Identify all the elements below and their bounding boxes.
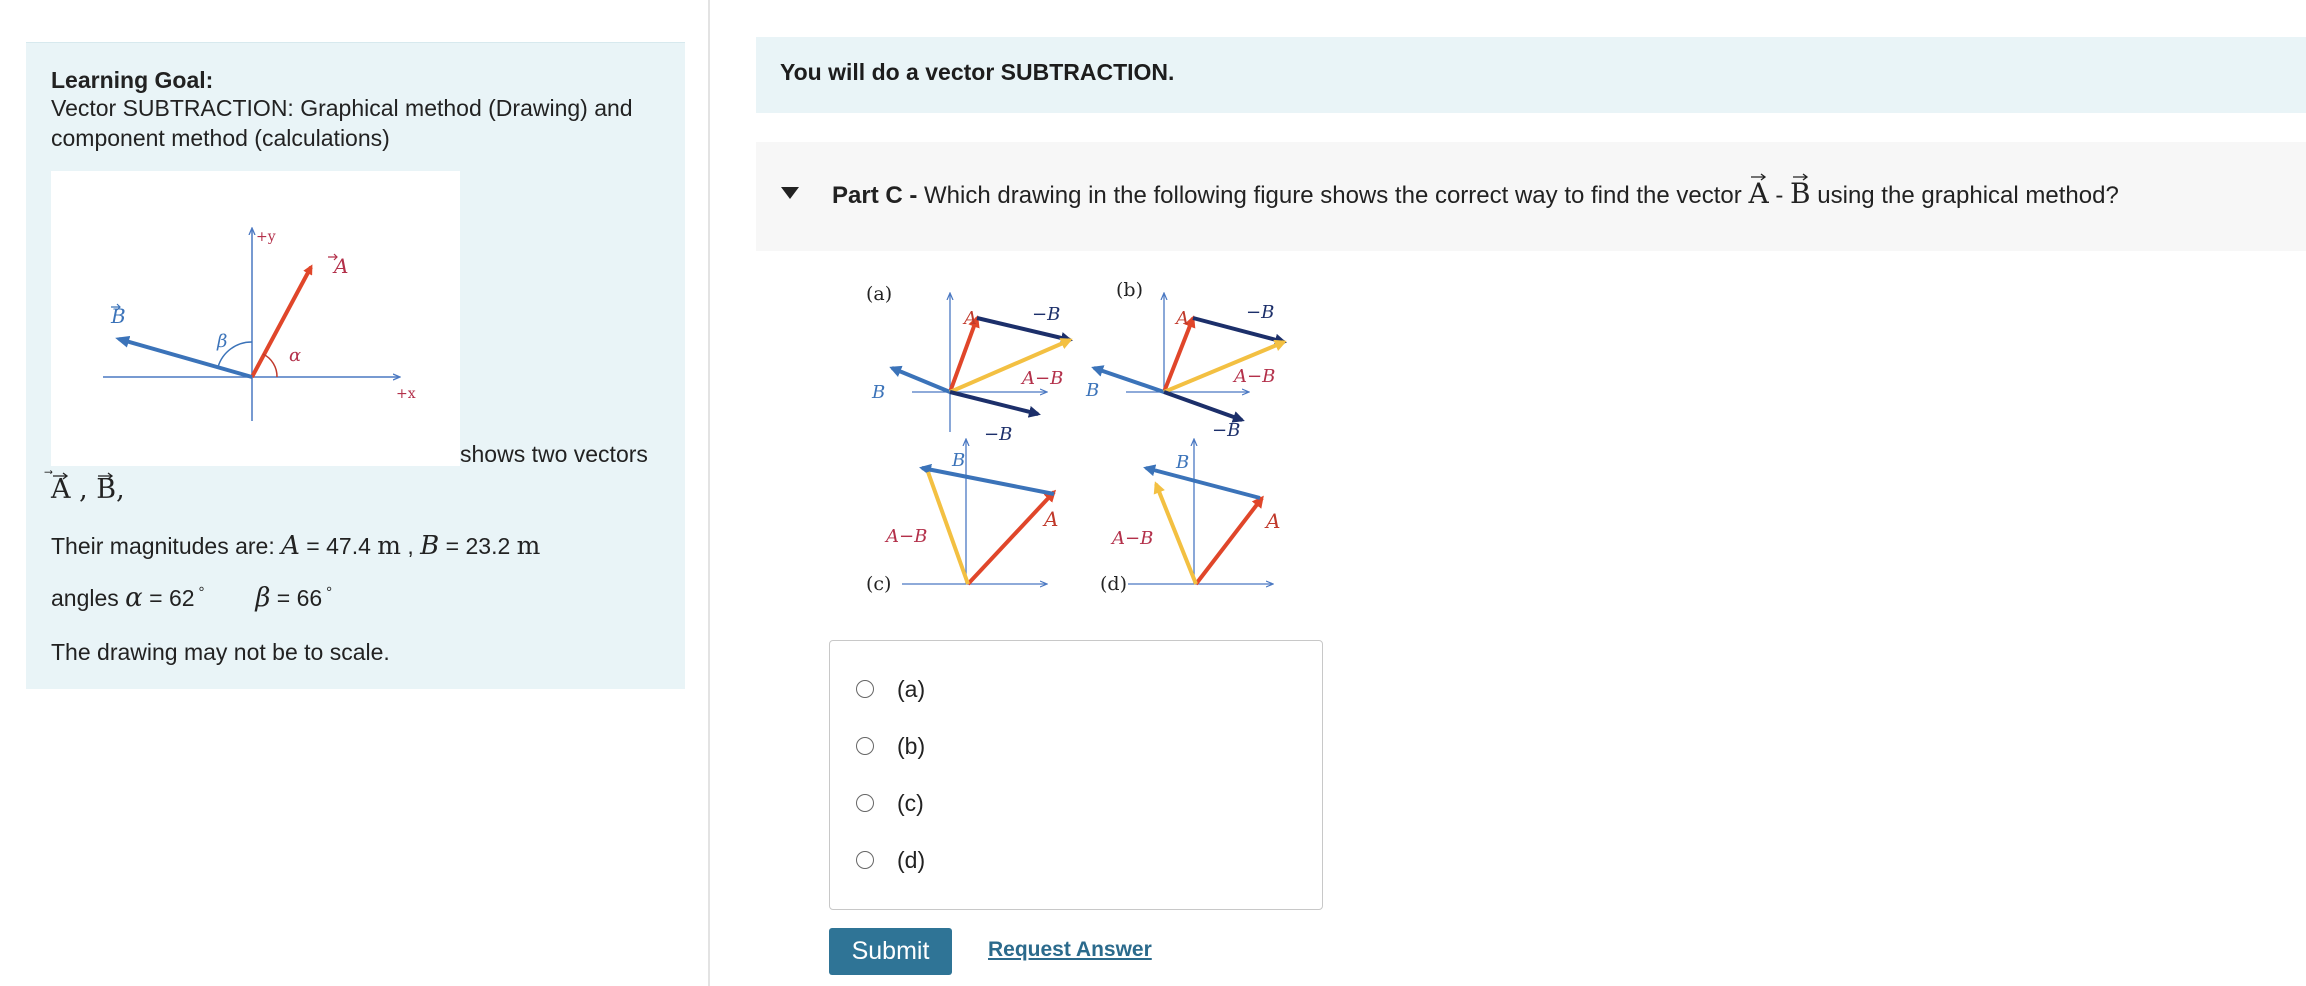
vector-A-arrow: [250, 264, 313, 378]
submit-button[interactable]: Submit: [829, 928, 952, 975]
panel-a-minusB-bottom-label: −B: [984, 424, 1012, 445]
panel-a-label: (a): [866, 283, 892, 305]
option-c[interactable]: (c): [856, 785, 924, 821]
alpha-label: α: [289, 345, 301, 366]
panel-c-A-label: A: [1042, 507, 1058, 531]
subtraction-options-figure: (a) A −B A−B −B B (b) A −B A−B −B B (c) …: [856, 272, 1300, 606]
beta-label: β: [216, 331, 227, 352]
panel-a-AminusB-label: A−B: [1020, 368, 1063, 389]
vector-A-label: A: [332, 254, 348, 278]
panel-b-minusB-top-label: −B: [1246, 302, 1274, 323]
panel-c-label: (c): [866, 573, 891, 595]
panel-a-A-label: A: [962, 308, 977, 329]
panel-b: (b) A −B A−B −B B: [1085, 279, 1287, 441]
vectors-figure: +y +x A B α β: [51, 171, 460, 466]
panel-a-B-label: B: [871, 382, 885, 403]
panel-c: (c) B A A−B: [866, 440, 1058, 595]
option-d[interactable]: (d): [856, 842, 925, 878]
task-banner-text: You will do a vector SUBTRACTION.: [780, 59, 1175, 85]
panel-a: (a) A −B A−B −B B: [866, 283, 1073, 445]
option-a[interactable]: (a): [856, 671, 925, 707]
request-answer-link[interactable]: Request Answer: [988, 938, 1152, 962]
vector-A-name: A⃗: [51, 472, 71, 505]
task-banner: You will do a vector SUBTRACTION.: [756, 37, 2306, 113]
panel-b-B-label: B: [1085, 380, 1099, 401]
panel-c-B-label: B: [951, 450, 965, 471]
plus-y-label: +y: [256, 229, 276, 245]
option-b-radio[interactable]: [856, 737, 874, 755]
part-c-question: Part C - Which drawing in the following …: [832, 173, 2119, 210]
option-a-label[interactable]: (a): [897, 676, 925, 703]
learning-goal-description: Vector SUBTRACTION: Graphical method (Dr…: [51, 95, 633, 151]
panel-b-AminusB-label: A−B: [1232, 366, 1275, 387]
scale-note: The drawing may not be to scale.: [51, 639, 390, 665]
option-b-label[interactable]: (b): [897, 733, 925, 760]
plus-x-label: +x: [396, 386, 416, 402]
question-vector-A: A: [1748, 173, 1769, 210]
panel-d-label: (d): [1100, 573, 1127, 595]
panel-b-A-label: A: [1174, 308, 1189, 329]
question-vector-B: B: [1790, 173, 1811, 210]
question-text-end: using the graphical method?: [1817, 182, 2119, 209]
caret-down-icon[interactable]: [780, 186, 800, 200]
learning-goal-title: Learning Goal:: [51, 67, 214, 93]
vector-B-name: B: [96, 472, 117, 505]
option-c-label[interactable]: (c): [897, 790, 924, 817]
option-a-radio[interactable]: [856, 680, 874, 698]
answer-options: (a) (b) (c) (d): [829, 640, 1323, 910]
vector-names-line: A⃗ , B,: [51, 472, 125, 505]
option-d-radio[interactable]: [856, 851, 874, 869]
question-text-start: Which drawing in the following figure sh…: [924, 182, 1742, 209]
option-d-label[interactable]: (d): [897, 847, 925, 874]
panel-divider: [708, 0, 710, 986]
learning-goal-panel: Learning Goal: Vector SUBTRACTION: Graph…: [26, 42, 685, 689]
angles-line: angles α = 62 ° β = 66 °: [51, 583, 333, 613]
panel-b-minusB-bottom-label: −B: [1212, 420, 1240, 441]
vector-B-arrow: [115, 335, 253, 379]
part-label: Part C -: [832, 182, 918, 209]
option-b[interactable]: (b): [856, 728, 925, 764]
panel-c-AminusB-label: A−B: [884, 526, 927, 547]
magnitudes-line: Their magnitudes are: A = 47.4 m , B = 2…: [51, 531, 541, 561]
panel-a-minusB-top-label: −B: [1032, 304, 1060, 325]
part-c-header[interactable]: Part C - Which drawing in the following …: [756, 142, 2306, 251]
panel-b-label: (b): [1116, 279, 1143, 301]
shows-two-vectors-text: shows two vectors: [460, 441, 648, 467]
panel-d-AminusB-label: A−B: [1110, 528, 1153, 549]
option-c-radio[interactable]: [856, 794, 874, 812]
panel-d: (d) B A A−B: [1100, 440, 1280, 595]
panel-d-B-label: B: [1175, 452, 1189, 473]
panel-d-A-label: A: [1264, 509, 1280, 533]
